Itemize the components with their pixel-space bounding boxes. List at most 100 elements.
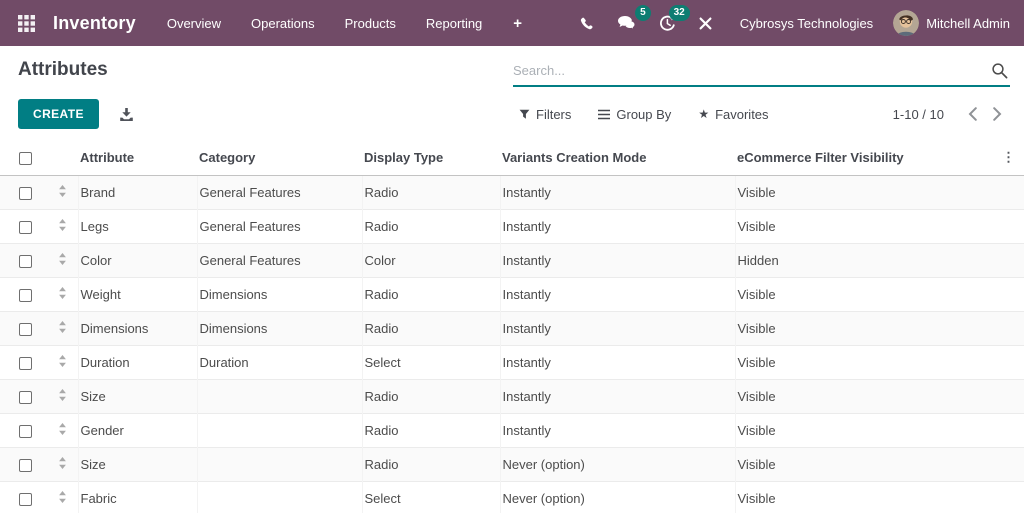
- cell-variants-creation-mode[interactable]: Instantly: [499, 413, 735, 448]
- cell-variants-creation-mode[interactable]: Instantly: [499, 345, 735, 380]
- cell-ecommerce-filter-visibility[interactable]: Hidden: [734, 243, 1024, 278]
- column-header-display-type[interactable]: Display Type: [362, 139, 500, 177]
- group-by-button[interactable]: Group By: [598, 107, 671, 122]
- cell-ecommerce-filter-visibility[interactable]: Visible: [734, 447, 1024, 482]
- cell-attribute[interactable]: Weight: [77, 277, 197, 312]
- row-checkbox[interactable]: [19, 493, 32, 507]
- cell-category[interactable]: General Features: [196, 175, 362, 210]
- table-row[interactable]: Color General Features Color Instantly Hidde…: [0, 243, 1024, 278]
- drag-handle-icon[interactable]: [58, 456, 67, 470]
- cell-category[interactable]: [196, 481, 362, 513]
- table-row[interactable]: Legs General Features Radio Instantly Visibl…: [0, 209, 1024, 244]
- cell-variants-creation-mode[interactable]: Instantly: [499, 311, 735, 346]
- cell-variants-creation-mode[interactable]: Instantly: [499, 209, 735, 244]
- column-header-ecommerce-filter-visibility[interactable]: eCommerce Filter Visibility ⋮: [735, 139, 1024, 177]
- cell-ecommerce-filter-visibility[interactable]: Visible: [734, 379, 1024, 414]
- search-input[interactable]: [513, 63, 983, 78]
- cell-display-type[interactable]: Select: [361, 345, 500, 380]
- cell-category[interactable]: [196, 447, 362, 482]
- table-row[interactable]: Size Radio Never (option) Visible: [0, 447, 1024, 482]
- column-header-category[interactable]: Category: [197, 139, 362, 177]
- cell-attribute[interactable]: Gender: [77, 413, 197, 448]
- cell-display-type[interactable]: Radio: [361, 447, 500, 482]
- pager-next-button[interactable]: [985, 104, 1010, 124]
- cell-ecommerce-filter-visibility[interactable]: Visible: [734, 481, 1024, 513]
- search-button[interactable]: [983, 60, 1010, 81]
- cell-category[interactable]: [196, 379, 362, 414]
- row-checkbox[interactable]: [19, 221, 32, 235]
- nav-plus-button[interactable]: +: [497, 3, 538, 44]
- cell-category[interactable]: Dimensions: [196, 277, 362, 312]
- drag-handle-icon[interactable]: [58, 388, 67, 402]
- cell-category[interactable]: Duration: [196, 345, 362, 380]
- cell-ecommerce-filter-visibility[interactable]: Visible: [734, 311, 1024, 346]
- cell-attribute[interactable]: Size: [77, 379, 197, 414]
- row-checkbox[interactable]: [19, 391, 32, 405]
- row-checkbox[interactable]: [19, 459, 32, 473]
- cell-attribute[interactable]: Size: [77, 447, 197, 482]
- cell-category[interactable]: [196, 413, 362, 448]
- voip-phone-button[interactable]: [569, 8, 606, 39]
- table-row[interactable]: Size Radio Instantly Visible: [0, 379, 1024, 414]
- cell-ecommerce-filter-visibility[interactable]: Visible: [734, 175, 1024, 210]
- cell-ecommerce-filter-visibility[interactable]: Visible: [734, 209, 1024, 244]
- nav-item-reporting[interactable]: Reporting: [411, 2, 497, 45]
- select-all-checkbox[interactable]: [19, 152, 32, 166]
- cell-category[interactable]: General Features: [196, 243, 362, 278]
- cell-variants-creation-mode[interactable]: Never (option): [499, 447, 735, 482]
- messages-button[interactable]: 5: [606, 5, 651, 39]
- user-menu[interactable]: Mitchell Admin: [893, 10, 1010, 36]
- cell-display-type[interactable]: Radio: [361, 277, 500, 312]
- activities-button[interactable]: 32: [648, 4, 690, 40]
- cell-attribute[interactable]: Legs: [77, 209, 197, 244]
- table-row[interactable]: Weight Dimensions Radio Instantly Visible: [0, 277, 1024, 312]
- cell-variants-creation-mode[interactable]: Instantly: [499, 277, 735, 312]
- cell-variants-creation-mode[interactable]: Instantly: [499, 175, 735, 210]
- column-header-variants-creation-mode[interactable]: Variants Creation Mode: [500, 139, 735, 177]
- cell-variants-creation-mode[interactable]: Instantly: [499, 379, 735, 414]
- cell-variants-creation-mode[interactable]: Never (option): [499, 481, 735, 513]
- cell-variants-creation-mode[interactable]: Instantly: [499, 243, 735, 278]
- row-checkbox[interactable]: [19, 323, 32, 337]
- cell-display-type[interactable]: Color: [361, 243, 500, 278]
- cell-display-type[interactable]: Radio: [361, 413, 500, 448]
- column-header-attribute[interactable]: Attribute: [78, 139, 197, 177]
- cell-attribute[interactable]: Fabric: [77, 481, 197, 513]
- drag-handle-icon[interactable]: [58, 490, 67, 504]
- cell-attribute[interactable]: Brand: [77, 175, 197, 210]
- cell-ecommerce-filter-visibility[interactable]: Visible: [734, 345, 1024, 380]
- create-button[interactable]: CREATE: [18, 99, 99, 129]
- drag-handle-icon[interactable]: [58, 286, 67, 300]
- table-row[interactable]: Fabric Select Never (option) Visible: [0, 481, 1024, 513]
- drag-handle-icon[interactable]: [58, 252, 67, 266]
- pager-value[interactable]: 1-10 / 10: [893, 107, 944, 122]
- cell-ecommerce-filter-visibility[interactable]: Visible: [734, 277, 1024, 312]
- nav-item-overview[interactable]: Overview: [152, 2, 236, 45]
- table-row[interactable]: Gender Radio Instantly Visible: [0, 413, 1024, 448]
- drag-handle-icon[interactable]: [58, 354, 67, 368]
- row-checkbox[interactable]: [19, 425, 32, 439]
- app-name[interactable]: Inventory: [53, 13, 136, 34]
- cell-ecommerce-filter-visibility[interactable]: Visible: [734, 413, 1024, 448]
- drag-handle-icon[interactable]: [58, 218, 67, 232]
- cell-attribute[interactable]: Color: [77, 243, 197, 278]
- cell-category[interactable]: Dimensions: [196, 311, 362, 346]
- drag-handle-icon[interactable]: [58, 320, 67, 334]
- filters-button[interactable]: Filters: [519, 107, 571, 122]
- company-name[interactable]: Cybrosys Technologies: [740, 16, 873, 31]
- row-checkbox[interactable]: [19, 357, 32, 371]
- cell-attribute[interactable]: Duration: [77, 345, 197, 380]
- nav-item-products[interactable]: Products: [330, 2, 411, 45]
- cell-attribute[interactable]: Dimensions: [77, 311, 197, 346]
- optional-columns-icon[interactable]: ⋮: [1002, 151, 1015, 164]
- cell-display-type[interactable]: Radio: [361, 311, 500, 346]
- table-row[interactable]: Brand General Features Radio Instantly Visib…: [0, 175, 1024, 210]
- cell-display-type[interactable]: Radio: [361, 209, 500, 244]
- table-row[interactable]: Duration Duration Select Instantly Visible: [0, 345, 1024, 380]
- cell-display-type[interactable]: Radio: [361, 379, 500, 414]
- table-row[interactable]: Dimensions Dimensions Radio Instantly Visibl…: [0, 311, 1024, 346]
- apps-menu-button[interactable]: [14, 11, 41, 36]
- pager-previous-button[interactable]: [960, 104, 985, 124]
- nav-item-operations[interactable]: Operations: [236, 2, 330, 45]
- row-checkbox[interactable]: [19, 187, 32, 201]
